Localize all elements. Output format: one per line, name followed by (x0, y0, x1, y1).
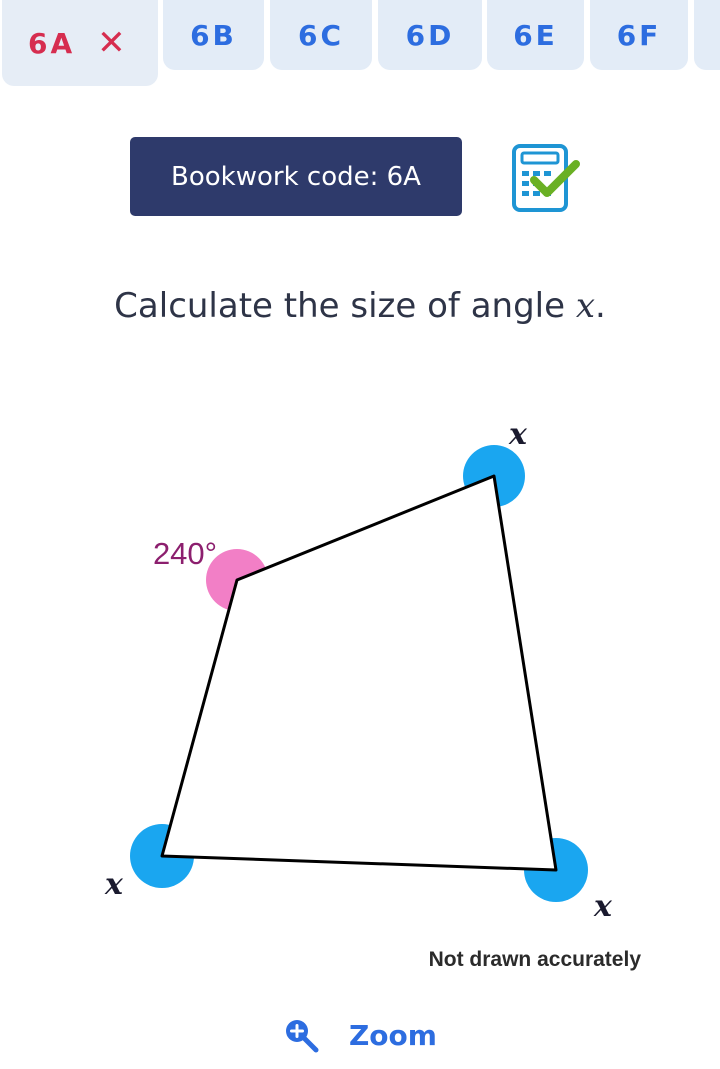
tab-bar: 6A ✕ 6B 6C 6D 6E 6F (0, 0, 720, 90)
quadrilateral-shape (160, 474, 558, 872)
tab-label: 6A (28, 26, 76, 60)
angle-label-bottom-left: x (104, 867, 124, 902)
angle-label-top-left: 240° (153, 536, 217, 571)
bookwork-code-badge: Bookwork code: 6A (130, 137, 462, 216)
tab-label: 6E (513, 18, 558, 52)
angle-label-bottom-right: x (593, 889, 613, 924)
tab-6a[interactable]: 6A ✕ (2, 0, 158, 86)
angle-label-top-right: x (508, 417, 528, 452)
tab-next-partial[interactable] (694, 0, 720, 70)
question-variable: x (575, 286, 596, 326)
tab-label: 6B (190, 18, 237, 52)
zoom-in-icon (286, 1020, 319, 1053)
close-icon[interactable]: ✕ (97, 23, 126, 63)
question-text: Calculate the size of angle x. (0, 286, 720, 326)
tab-label: 6F (616, 18, 662, 52)
zoom-label: Zoom (349, 1018, 437, 1052)
tab-6e[interactable]: 6E (487, 0, 584, 70)
question-end: . (595, 286, 606, 326)
tab-label: 6C (297, 18, 345, 52)
question-stem: Calculate the size of angle (114, 286, 576, 326)
calculator-allowed-icon (512, 144, 580, 212)
quadrilateral-diagram: x 240° x x Not drawn accurately (104, 417, 642, 971)
not-drawn-accurately-note: Not drawn accurately (429, 948, 642, 971)
tab-label: 6D (405, 18, 455, 52)
tab-6c[interactable]: 6C (270, 0, 372, 70)
bookwork-code-label: Bookwork code: 6A (171, 161, 421, 192)
tab-6d[interactable]: 6D (378, 0, 482, 70)
zoom-button[interactable]: Zoom (283, 1012, 437, 1058)
tab-6b[interactable]: 6B (163, 0, 264, 70)
tab-6f[interactable]: 6F (590, 0, 688, 70)
